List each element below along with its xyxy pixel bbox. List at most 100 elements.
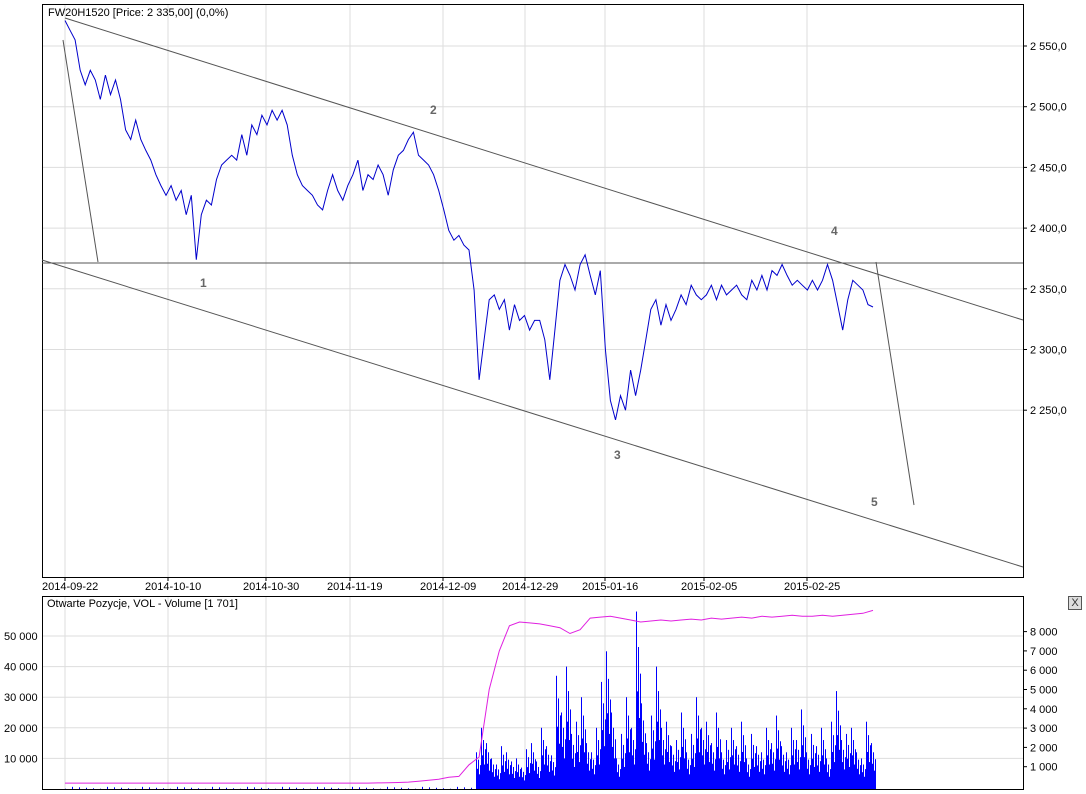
volume-bar — [610, 699, 611, 789]
volume-bar — [487, 763, 488, 789]
volume-bar — [622, 758, 623, 789]
volume-bar — [786, 752, 787, 789]
volume-bar — [507, 768, 508, 789]
volume-bar — [533, 752, 534, 789]
volume-bar — [794, 764, 795, 789]
volume-bar — [517, 772, 518, 789]
volume-bar — [681, 712, 682, 789]
volume-bar — [556, 675, 557, 789]
volume-bar — [598, 740, 599, 789]
y-tick-label: 2 450,0 — [1030, 162, 1067, 174]
volume-bar — [531, 743, 532, 789]
volume-bar — [711, 743, 712, 789]
volume-bar — [721, 752, 722, 789]
y-tick-label: 2 400,0 — [1030, 223, 1067, 235]
volume-bar — [184, 787, 185, 789]
x-tick-label: 2014-12-09 — [420, 581, 476, 593]
volume-bar — [872, 763, 873, 789]
volume-bar — [699, 752, 700, 789]
wave-5-projection-line — [875, 261, 915, 506]
volume-bar — [830, 769, 831, 789]
volume-bar — [783, 754, 784, 789]
volume-bar — [698, 715, 699, 789]
volume-bar — [570, 709, 571, 789]
volume-bar — [464, 787, 465, 789]
volume-bar — [726, 740, 727, 789]
close-panel-button[interactable]: X — [1068, 596, 1082, 610]
volume-bar — [571, 733, 572, 789]
x-tick-label: 2014-11-19 — [327, 581, 382, 593]
volume-bar — [603, 703, 604, 789]
volume-bar — [597, 755, 598, 789]
volume-bar — [177, 786, 178, 789]
volume-bar — [663, 740, 664, 789]
volume-bar — [493, 764, 494, 789]
volume-bar — [843, 749, 844, 789]
volume-bar — [506, 752, 507, 789]
price-grid — [43, 5, 1023, 577]
volume-bar — [807, 768, 808, 789]
volume-bar — [706, 721, 707, 789]
volume-bar — [778, 730, 779, 789]
volume-bar — [658, 691, 659, 789]
volume-bar — [510, 765, 511, 789]
volume-bar — [660, 709, 661, 789]
volume-bar — [79, 787, 80, 789]
volume-bar — [648, 752, 649, 789]
volume-bar — [705, 749, 706, 789]
volume-bar — [796, 740, 797, 789]
volume-bar — [853, 740, 854, 789]
volume-bar — [684, 758, 685, 789]
volume-bar — [574, 766, 575, 789]
volume-tick-label: 10 000 — [4, 753, 38, 765]
volume-bar — [750, 769, 751, 789]
volume-bar — [717, 746, 718, 789]
volume-bar — [523, 771, 524, 789]
volume-bar — [777, 748, 778, 789]
volume-bar — [708, 735, 709, 789]
volume-bar — [592, 768, 593, 789]
volume-bar — [480, 765, 481, 789]
price-axis: 2 550,0 2 500,0 2 450,0 2 400,0 2 350,0 2 300… — [1023, 41, 1067, 417]
volume-bar — [608, 678, 609, 789]
wave-1-line — [62, 39, 99, 263]
volume-bar — [734, 764, 735, 789]
volume-bar — [819, 771, 820, 789]
volume-bar — [623, 744, 624, 789]
volume-bar — [851, 727, 852, 789]
volume-bar — [500, 773, 501, 789]
volume-bar — [485, 749, 486, 789]
volume-bar — [554, 775, 555, 789]
channel-lower-line — [41, 259, 1024, 568]
trend-lines — [41, 17, 1024, 568]
volume-bar — [840, 725, 841, 789]
volume-bar — [522, 777, 523, 789]
volume-bar — [546, 746, 547, 789]
volume-bar — [617, 772, 618, 789]
volume-bar — [615, 739, 616, 789]
volume-bar — [558, 698, 559, 789]
volume-bar — [765, 765, 766, 789]
volume-bar — [826, 758, 827, 789]
volume-bars — [65, 611, 876, 789]
volume-bar — [540, 771, 541, 789]
volume-bar — [666, 721, 667, 789]
volume-bar — [657, 721, 658, 789]
volume-bar — [833, 735, 834, 789]
volume-bar — [686, 752, 687, 789]
wave-label-3: 3 — [614, 448, 621, 462]
volume-bar — [624, 766, 625, 789]
volume-bar — [514, 777, 515, 789]
volume-bar — [768, 740, 769, 789]
volume-bar — [606, 651, 607, 789]
volume-bar — [565, 739, 566, 789]
volume-bar — [758, 754, 759, 789]
volume-bar — [594, 774, 595, 789]
volume-bar — [806, 752, 807, 789]
volume-bar — [728, 749, 729, 789]
volume-bar — [767, 755, 768, 789]
volume-bar — [757, 765, 758, 789]
volume-bar — [233, 788, 234, 789]
volume-bar — [561, 712, 562, 789]
volume-bar — [656, 666, 657, 789]
